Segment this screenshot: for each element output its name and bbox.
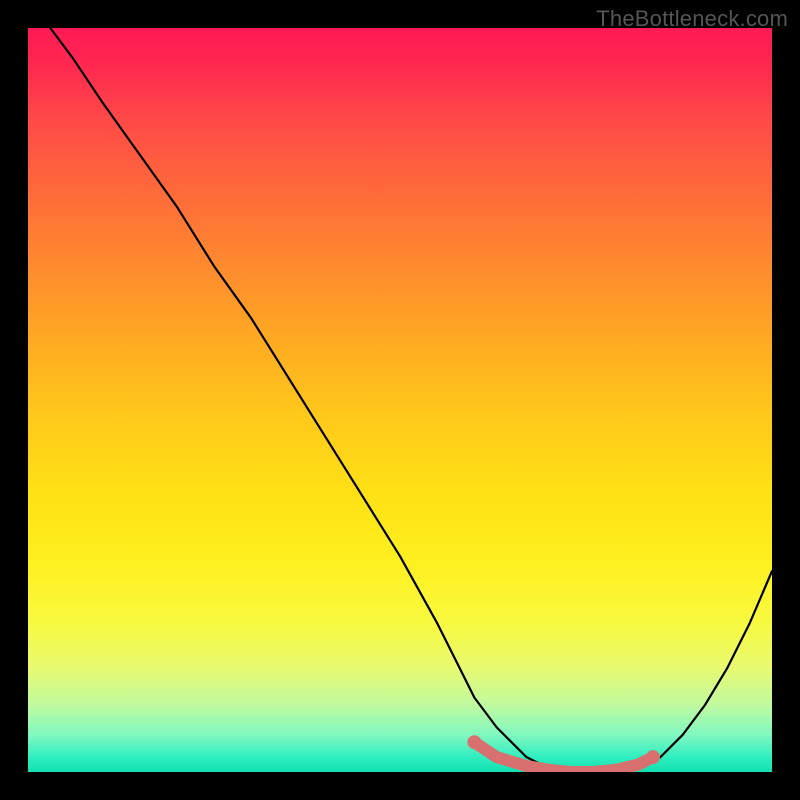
chart-gradient-background xyxy=(28,28,772,772)
watermark-text: TheBottleneck.com xyxy=(596,6,788,32)
